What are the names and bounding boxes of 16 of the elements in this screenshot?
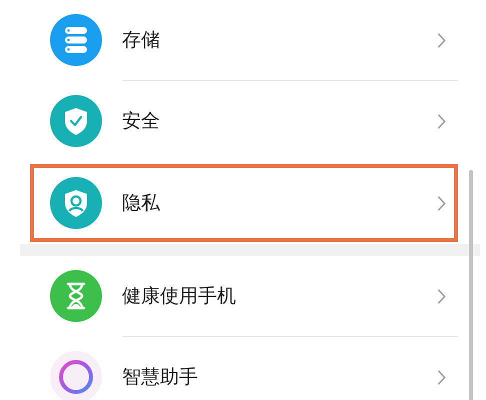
hourglass-icon bbox=[50, 270, 102, 322]
storage-icon bbox=[50, 14, 102, 66]
settings-item[interactable]: 健康使用手机 bbox=[30, 256, 458, 336]
chevron-icon bbox=[437, 112, 446, 130]
chevron-icon bbox=[437, 32, 446, 48]
chevron-icon bbox=[437, 368, 446, 386]
shield-person-icon bbox=[50, 177, 102, 229]
chevron-icon bbox=[437, 288, 446, 304]
settings-item[interactable]: 隐私 bbox=[30, 164, 458, 242]
settings-item[interactable]: 存储 bbox=[30, 0, 458, 80]
shield-check-icon bbox=[50, 95, 102, 147]
settings-item[interactable]: 安全 bbox=[30, 81, 458, 161]
ring-icon bbox=[50, 351, 102, 400]
chevron-icon bbox=[437, 194, 446, 212]
settings-item[interactable]: 智慧助手 bbox=[30, 337, 458, 400]
scrollbar[interactable] bbox=[469, 170, 473, 400]
